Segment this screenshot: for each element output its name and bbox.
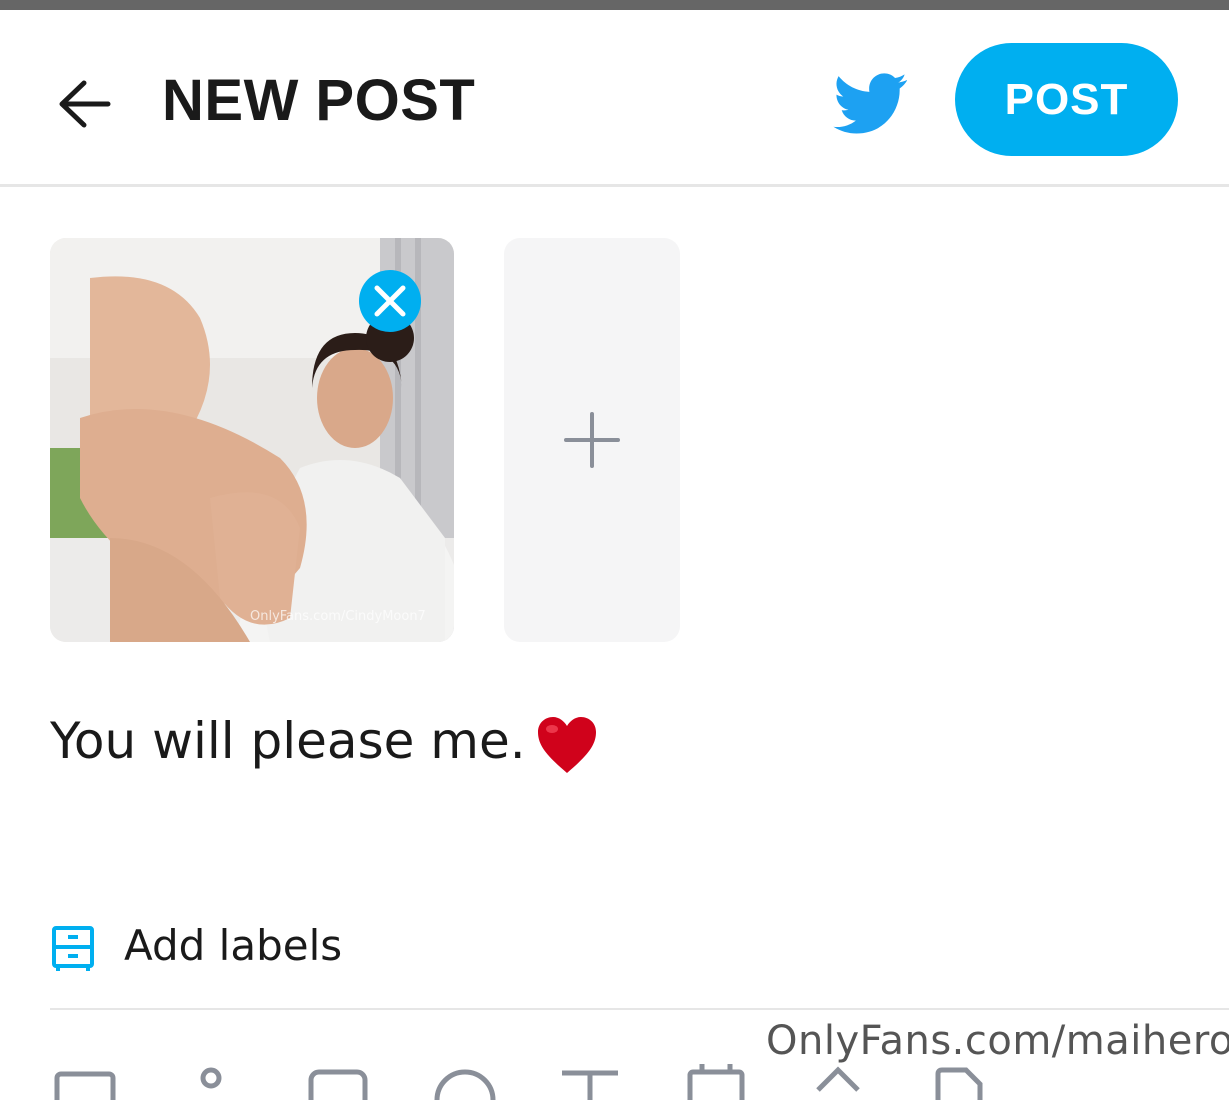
page-title: NEW POST xyxy=(162,68,476,133)
thumbnail-watermark: OnlyFans.com/CindyMoon7 xyxy=(250,609,426,624)
quiz-icon[interactable] xyxy=(558,1060,624,1100)
labels-icon xyxy=(52,926,94,971)
tag-icon[interactable] xyxy=(808,1060,874,1100)
heart-emoji-icon xyxy=(537,716,596,773)
add-labels-label: Add labels xyxy=(124,921,343,970)
status-strip xyxy=(0,0,1229,10)
document-icon[interactable] xyxy=(932,1060,998,1100)
header-divider xyxy=(0,184,1229,187)
message-icon[interactable] xyxy=(306,1060,372,1100)
post-text-content: You will please me. xyxy=(50,712,526,770)
watermark-text: OnlyFans.com/maihero xyxy=(766,1018,1229,1064)
twitter-share-toggle[interactable] xyxy=(832,66,910,140)
image-icon[interactable] xyxy=(54,1060,120,1100)
back-button[interactable] xyxy=(48,68,120,140)
post-button[interactable]: POST xyxy=(955,43,1178,156)
arrow-left-icon xyxy=(59,80,111,128)
header: NEW POST POST xyxy=(0,10,1229,185)
plus-icon xyxy=(564,412,620,468)
calendar-icon[interactable] xyxy=(684,1060,750,1100)
remove-media-button[interactable] xyxy=(358,269,422,333)
poll-icon[interactable] xyxy=(184,1060,250,1100)
close-icon xyxy=(359,270,421,332)
toolbar-divider xyxy=(50,1008,1229,1010)
post-text[interactable]: You will please me. xyxy=(50,708,598,775)
twitter-icon xyxy=(833,73,908,134)
emoji-icon[interactable] xyxy=(432,1060,498,1100)
add-media-button[interactable] xyxy=(504,238,680,642)
